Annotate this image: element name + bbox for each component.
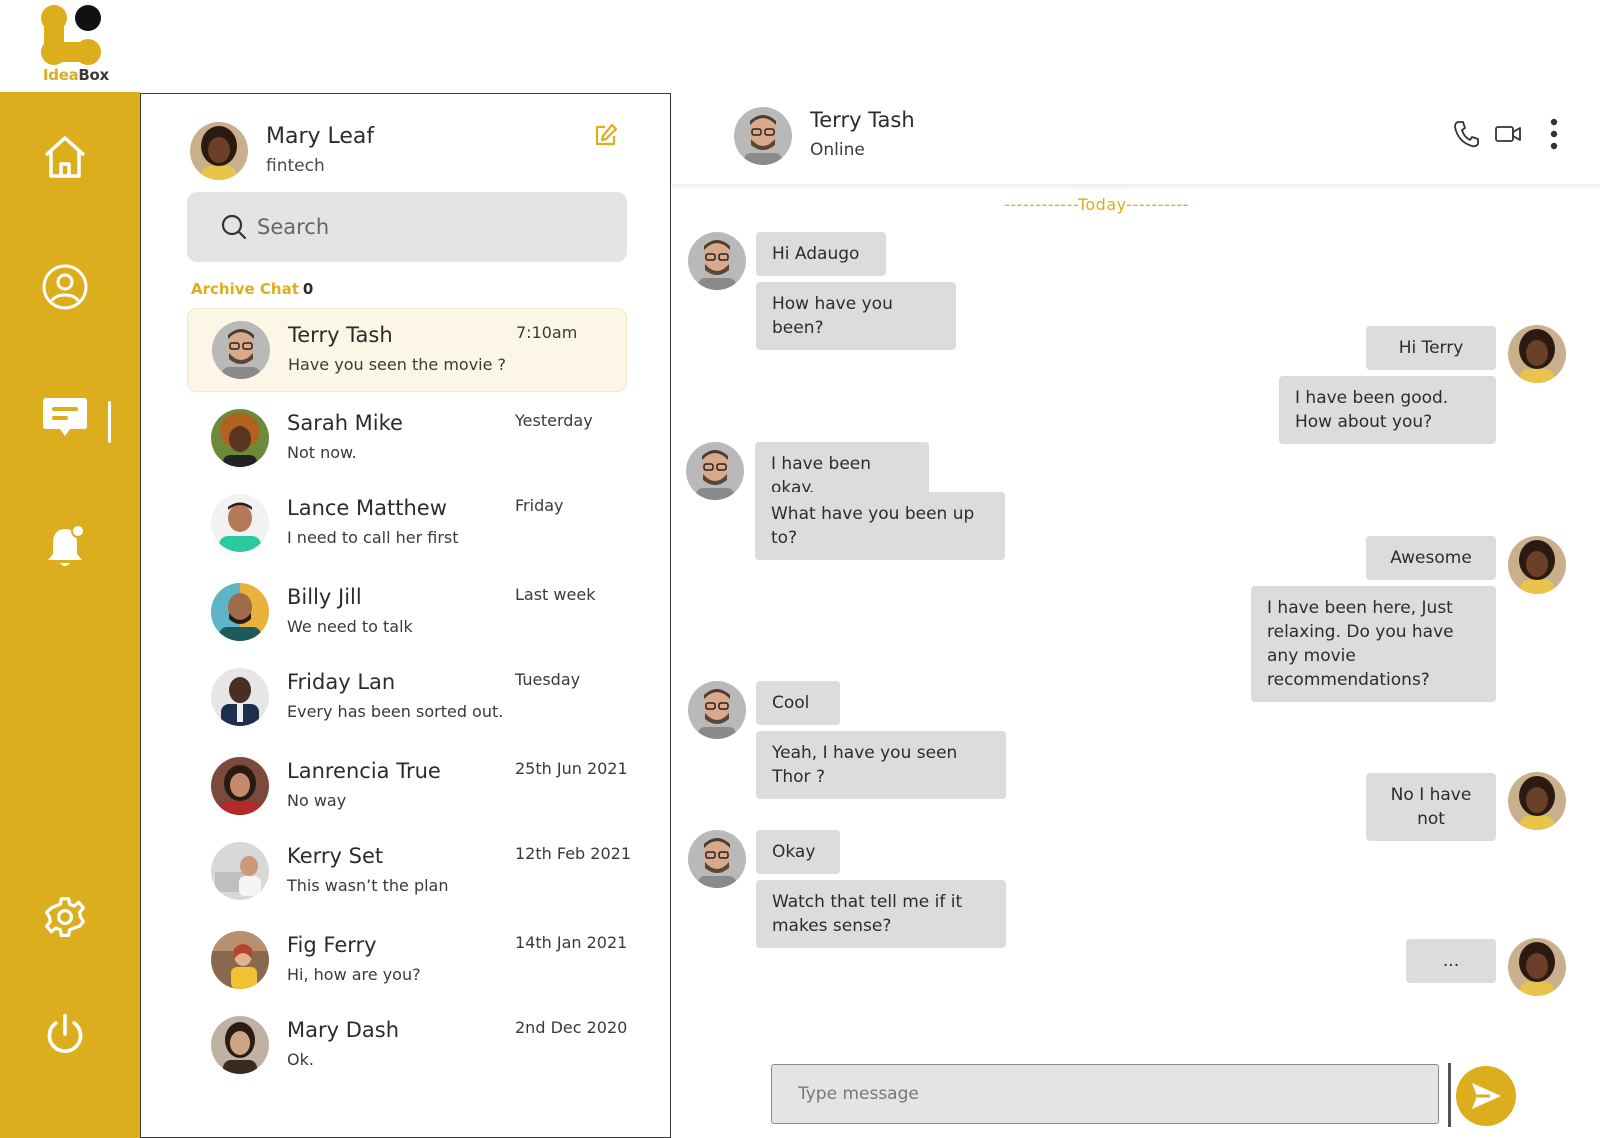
message-bubble-sent: No I have not [1366,773,1496,841]
sender-avatar [688,830,746,888]
message-composer[interactable] [771,1064,1439,1124]
message-bubble-received: Hi Adaugo [756,232,886,276]
message-bubble-sent: Awesome [1366,536,1496,580]
chat-name: Terry Tash [288,323,393,347]
chat-preview: No way [287,791,347,810]
chat-list-item[interactable]: Friday Lan Every has been sorted out. Tu… [187,656,627,740]
conversation-header: Terry Tash Online [672,92,1600,184]
chat-list-item[interactable]: Mary Dash Ok. 2nd Dec 2020 [187,1004,627,1088]
power-icon[interactable] [40,1009,90,1059]
active-nav-indicator [108,401,111,443]
sender-avatar [688,681,746,739]
contact-status: Online [810,140,865,160]
chat-time: 14th Jan 2021 [515,933,628,952]
more-options-icon[interactable] [1538,118,1570,150]
chat-name: Kerry Set [287,844,384,868]
avatar [211,409,269,467]
chat-list-item[interactable]: Fig Ferry Hi, how are you? 14th Jan 2021 [187,919,627,1003]
my-avatar[interactable] [190,122,248,180]
search-input[interactable] [257,215,617,239]
chat-icon[interactable] [40,392,90,442]
contact-name: Terry Tash [810,108,915,132]
avatar [211,842,269,900]
chat-name: Lance Matthew [287,496,447,520]
avatar [211,757,269,815]
chat-time: Friday [515,496,564,515]
contact-avatar[interactable] [734,107,792,165]
message-bubble-received: How have you been? [756,282,956,350]
chat-name: Sarah Mike [287,411,403,435]
new-chat-edit-icon[interactable] [593,122,619,148]
chat-list-item[interactable]: Lanrencia True No way 25th Jun 2021 [187,745,628,829]
sender-avatar [688,232,746,290]
my-message-avatar [1508,772,1566,830]
my-message-avatar [1508,938,1566,996]
chat-list-item[interactable]: Sarah Mike Not now. Yesterday [187,397,627,481]
chat-preview: Ok. [287,1050,314,1069]
chat-list-item[interactable]: Lance Matthew I need to call her first F… [187,482,627,566]
my-subtitle: fintech [266,156,325,176]
archive-chat-link[interactable]: Archive Chat 0 [191,280,313,298]
message-bubble-received: What have you been up to? [755,492,1005,560]
logo-wordmark: IdeaBox [43,66,109,84]
chat-list-item[interactable]: Kerry Set This wasn’t the plan 12th Feb … [187,830,631,914]
home-icon[interactable] [40,132,90,182]
profile-icon[interactable] [40,262,90,312]
chat-preview: Have you seen the movie ? [288,355,507,374]
avatar [211,931,269,989]
chat-name: Billy Jill [287,585,362,609]
message-bubble-received: Watch that tell me if it makes sense? [756,880,1006,948]
chat-time: Tuesday [515,670,581,689]
chat-preview: Not now. [287,443,357,462]
notification-bell-icon[interactable] [40,522,90,572]
sidebar [0,92,140,1138]
chat-name: Friday Lan [287,670,396,694]
chat-time: Yesterday [515,411,593,430]
send-icon [1472,1083,1501,1109]
message-input[interactable] [798,1084,1398,1104]
avatar [211,1016,269,1074]
typing-indicator-bubble: ... [1406,939,1496,983]
message-bubble-sent: Hi Terry [1366,326,1496,370]
settings-icon[interactable] [40,892,90,942]
send-button[interactable] [1456,1066,1516,1126]
phone-call-icon[interactable] [1450,118,1482,150]
sender-avatar [686,442,744,500]
my-message-avatar [1508,325,1566,383]
video-call-icon[interactable] [1492,118,1524,150]
search-bar[interactable] [187,192,627,262]
chat-time: 2nd Dec 2020 [515,1018,628,1037]
chat-preview: This wasn’t the plan [287,876,449,895]
my-message-avatar [1508,536,1566,594]
message-bubble-received: Yeah, I have you seen Thor ? [756,731,1006,799]
chat-list-item[interactable]: Terry Tash Have you seen the movie ? 7:1… [187,308,627,392]
chat-time: Last week [515,585,596,604]
message-bubble-received: Cool [756,681,840,725]
message-bubble-sent: I have been here, Just relaxing. Do you … [1251,586,1496,702]
message-bubble-sent: I have been good. How about you? [1279,376,1496,444]
message-bubble-received: Okay [756,830,840,874]
my-name: Mary Leaf [266,124,375,149]
chat-name: Lanrencia True [287,759,441,783]
avatar [211,494,269,552]
day-divider: ------------Today---------- [1004,195,1190,214]
chat-list-panel: Mary Leaf fintech Archive Chat0 Terry Ta… [140,93,671,1138]
chat-time: 7:10am [516,323,578,342]
chat-time: 12th Feb 2021 [515,844,631,863]
avatar [212,321,270,379]
avatar [211,668,269,726]
chat-name: Fig Ferry [287,933,377,957]
archive-count: 0 [302,280,314,298]
chat-name: Mary Dash [287,1018,400,1042]
chat-preview: Hi, how are you? [287,965,421,984]
chat-time: 25th Jun 2021 [515,759,628,778]
chat-preview: We need to talk [287,617,413,636]
chat-preview: I need to call her first [287,528,459,547]
chat-preview: Every has been sorted out. [287,702,504,721]
composer-divider [1448,1063,1451,1127]
search-icon [221,214,247,240]
chat-list-item[interactable]: Billy Jill We need to talk Last week [187,571,627,655]
avatar [211,583,269,641]
